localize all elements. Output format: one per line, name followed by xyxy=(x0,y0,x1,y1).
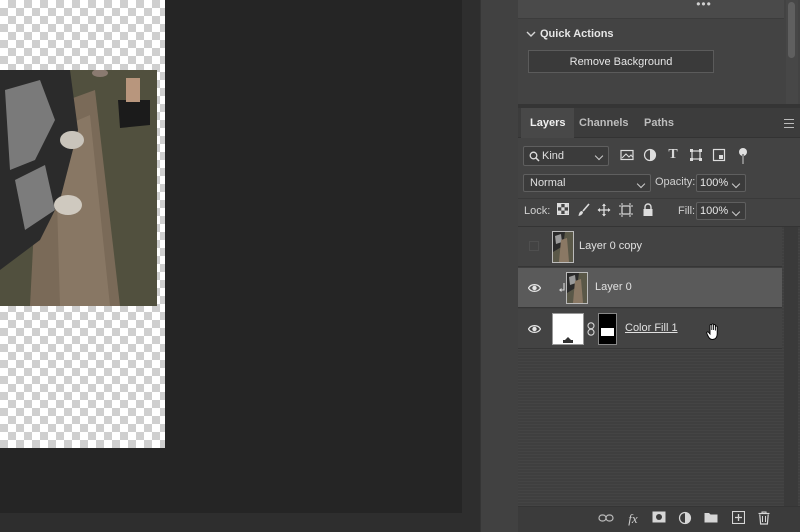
lock-image-pixels-icon[interactable] xyxy=(577,203,591,217)
chevron-down-icon[interactable] xyxy=(731,179,741,189)
layer-name[interactable]: Layer 0 xyxy=(595,281,632,293)
adjustment-filter-icon[interactable] xyxy=(643,148,657,162)
layers-footer: fx xyxy=(518,506,800,532)
properties-panel-top xyxy=(518,0,784,19)
fill-color-thumbnail[interactable] xyxy=(552,313,584,345)
tab-paths[interactable]: Paths xyxy=(635,108,683,138)
layer-style-fx-icon[interactable]: fx xyxy=(625,511,641,527)
lock-all-icon[interactable] xyxy=(641,203,655,217)
layer-mask-thumbnail[interactable] xyxy=(598,313,617,345)
panel-gutter xyxy=(462,0,480,532)
link-icon[interactable] xyxy=(587,322,595,336)
fill-layer-badge-icon xyxy=(563,337,573,343)
filter-kind-select[interactable]: Kind xyxy=(523,146,609,166)
layer-row-layer-0-copy[interactable]: Layer 0 copy xyxy=(518,227,782,267)
new-layer-icon[interactable] xyxy=(730,510,746,527)
tab-layers[interactable]: Layers xyxy=(521,108,575,138)
opacity-field[interactable]: 100% xyxy=(696,174,746,192)
layer-row-layer-0[interactable]: Layer 0 xyxy=(518,268,782,308)
lock-transparent-pixels-icon[interactable] xyxy=(556,203,570,217)
document-image xyxy=(0,70,157,306)
layers-list: Layer 0 copy Layer 0 Color Fill 1 xyxy=(518,226,800,507)
add-mask-icon[interactable] xyxy=(651,511,667,527)
lock-position-icon[interactable] xyxy=(597,203,611,217)
canvas-status-bar xyxy=(0,513,462,532)
hand-cursor-icon xyxy=(706,323,718,340)
filter-kind-label: Kind xyxy=(542,150,565,162)
row-divider xyxy=(518,198,800,199)
lock-artboard-icon[interactable] xyxy=(619,203,633,217)
filter-toggle-switch[interactable] xyxy=(739,148,747,164)
smart-object-filter-icon[interactable] xyxy=(712,148,726,162)
blend-mode-select[interactable]: Normal xyxy=(523,174,651,192)
layer-thumbnail[interactable] xyxy=(566,272,588,304)
layer-name[interactable]: Layer 0 copy xyxy=(579,240,642,252)
ellipsis-icon[interactable]: ••• xyxy=(695,0,713,12)
new-group-folder-icon[interactable] xyxy=(703,511,719,527)
search-icon xyxy=(529,151,540,162)
layers-scrollbar-track[interactable] xyxy=(784,227,798,507)
fill-label: Fill: xyxy=(678,205,696,217)
shape-filter-icon[interactable] xyxy=(689,148,703,162)
visibility-toggle[interactable] xyxy=(529,241,539,251)
panel-menu-icon[interactable] xyxy=(784,119,794,128)
type-filter-icon[interactable]: T xyxy=(666,148,680,162)
quick-actions-header[interactable]: Quick Actions xyxy=(526,26,614,42)
clipping-arrow-icon xyxy=(559,283,565,292)
properties-scrollbar-thumb[interactable] xyxy=(788,2,795,58)
layer-thumbnail[interactable] xyxy=(552,231,574,263)
chevron-down-icon[interactable] xyxy=(731,207,741,217)
opacity-value: 100% xyxy=(700,177,729,189)
adjustment-layer-icon[interactable] xyxy=(677,511,693,527)
fill-field[interactable]: 100% xyxy=(696,202,746,220)
trash-icon[interactable] xyxy=(756,511,772,527)
chevron-down-icon xyxy=(636,179,646,189)
canvas-area[interactable] xyxy=(0,0,462,513)
chevron-down-icon xyxy=(594,151,604,161)
link-layers-icon[interactable] xyxy=(598,511,614,527)
fill-value: 100% xyxy=(700,205,729,217)
remove-background-button[interactable]: Remove Background xyxy=(528,50,714,73)
opacity-label: Opacity: xyxy=(655,176,696,188)
document-canvas[interactable] xyxy=(0,0,165,448)
tab-channels[interactable]: Channels xyxy=(570,108,638,138)
chevron-down-icon xyxy=(526,31,536,37)
collapsed-panel-dock xyxy=(480,0,518,532)
blend-mode-value: Normal xyxy=(530,177,566,189)
eye-icon[interactable] xyxy=(528,323,541,335)
quick-actions-label: Quick Actions xyxy=(540,28,614,40)
layer-row-color-fill-1[interactable]: Color Fill 1 xyxy=(518,309,782,349)
layer-name[interactable]: Color Fill 1 xyxy=(625,322,678,334)
right-panels: ••• Quick Actions Remove Background Laye… xyxy=(518,0,800,532)
image-filter-icon[interactable] xyxy=(620,148,634,162)
layers-tab-bar: Layers Channels Paths xyxy=(518,108,800,138)
lock-label: Lock: xyxy=(524,205,551,217)
eye-icon[interactable] xyxy=(528,282,541,294)
